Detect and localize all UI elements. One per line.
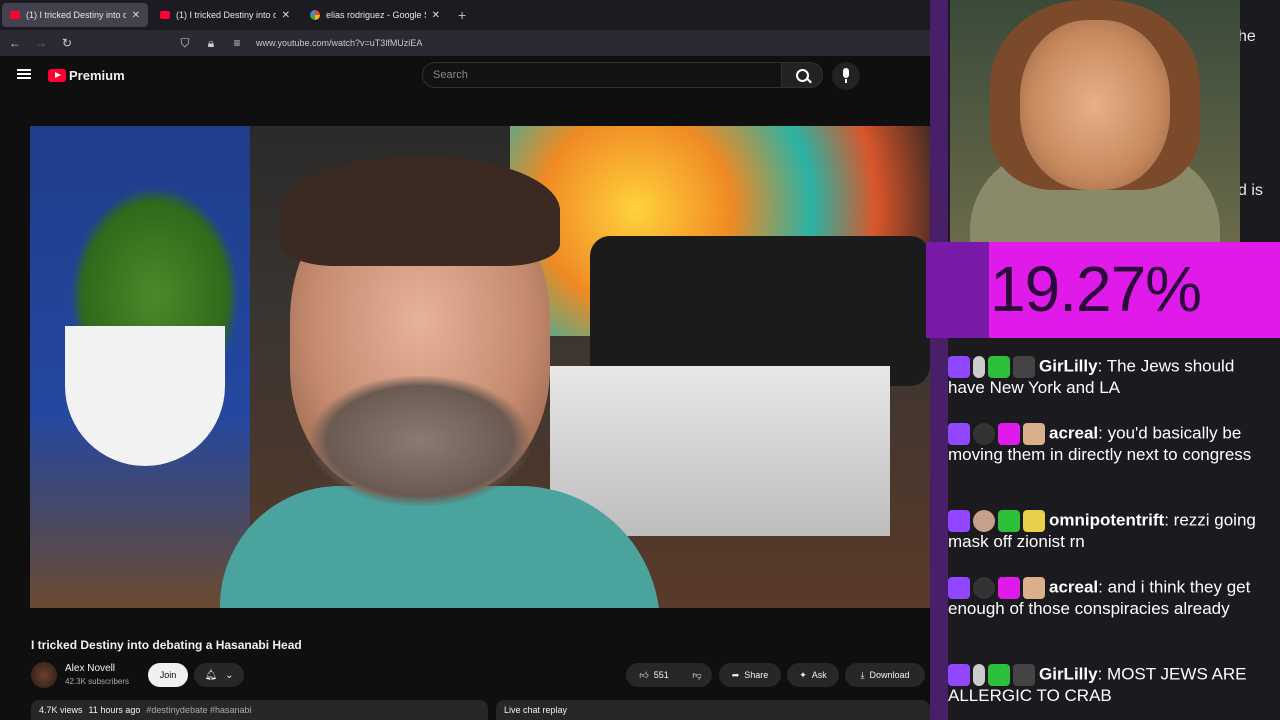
join-button[interactable]: Join xyxy=(148,663,188,687)
dislike-button[interactable]: 👎︎ xyxy=(682,663,712,687)
mic-badge-icon xyxy=(973,664,985,686)
browser-tab-2[interactable]: (1) I tricked Destiny into de ✕ xyxy=(152,3,298,27)
youtube-favicon-icon xyxy=(160,11,170,19)
video-frame-person xyxy=(220,156,660,608)
check-badge-icon xyxy=(998,510,1020,532)
chat-username: acreal xyxy=(1049,577,1099,597)
chat-username: omnipotentrift xyxy=(1049,510,1165,530)
search-button[interactable] xyxy=(781,62,823,88)
youtube-header: Premium xyxy=(0,56,930,96)
close-tab-icon[interactable]: ✕ xyxy=(282,10,290,21)
logo-text: Premium xyxy=(69,68,125,83)
menu-icon[interactable] xyxy=(17,69,31,79)
gem-badge-icon xyxy=(998,423,1020,445)
hand-badge-icon xyxy=(1023,423,1045,445)
avatar-badge-icon xyxy=(973,423,995,445)
share-icon: ➦ xyxy=(731,669,740,680)
download-label: Download xyxy=(869,670,910,680)
emote-badge-icon xyxy=(988,356,1010,378)
clapper-badge-icon xyxy=(1013,356,1035,378)
forward-arrow-icon[interactable]: → xyxy=(34,36,48,50)
twitch-badge-icon xyxy=(948,423,970,445)
new-tab-icon[interactable]: + xyxy=(452,7,472,23)
tab-title: elias rodriguez - Google Search xyxy=(326,10,426,20)
channel-name[interactable]: Alex Novell xyxy=(65,663,115,674)
like-count: 551 xyxy=(653,670,669,680)
twitch-badge-icon xyxy=(948,510,970,532)
url-bar[interactable]: www.youtube.com/watch?v=uT3lfMUziEA xyxy=(256,38,422,48)
shield-icon[interactable]: ⛉ xyxy=(178,36,192,51)
like-button[interactable]: 👍︎ 551 xyxy=(626,663,682,687)
browser-nav-bar: ← → ↻ ⛉ 🔒︎ ≡ www.youtube.com/watch?v=uT3… xyxy=(0,30,930,56)
notifications-button[interactable]: 🔔︎ ⌄ xyxy=(194,663,244,687)
side-text-fragment: he xyxy=(1238,28,1256,45)
view-count: 4.7K views xyxy=(39,705,83,715)
download-icon: ⤓ xyxy=(860,669,865,680)
avatar-badge-icon xyxy=(973,510,995,532)
close-tab-icon[interactable]: ✕ xyxy=(132,10,140,21)
reload-icon[interactable]: ↻ xyxy=(60,36,74,50)
sparkle-icon: ✦ xyxy=(799,669,807,680)
search-icon xyxy=(796,69,809,82)
channel-avatar[interactable] xyxy=(31,662,57,688)
avatar-badge-icon xyxy=(973,577,995,599)
side-text-fragment: d is xyxy=(1238,182,1263,199)
bell-icon: 🔔︎ xyxy=(204,669,218,681)
chat-message: acreal: you'd basically be moving them i… xyxy=(948,423,1252,464)
tab-title: (1) I tricked Destiny into debati xyxy=(26,10,126,20)
ask-button[interactable]: ✦ Ask xyxy=(787,663,839,687)
chat-message: acreal: and i think they get enough of t… xyxy=(948,577,1251,618)
lock-icon[interactable]: 🔒︎ xyxy=(204,36,218,51)
hand-badge-icon xyxy=(1023,577,1045,599)
chat-username: acreal xyxy=(1049,423,1099,443)
share-button[interactable]: ➦ Share xyxy=(719,663,781,687)
live-chat-replay[interactable]: Live chat replay xyxy=(496,700,930,720)
mic-badge-icon xyxy=(973,356,985,378)
gem-badge-icon xyxy=(998,577,1020,599)
google-favicon-icon xyxy=(310,10,320,20)
twitch-badge-icon xyxy=(948,664,970,686)
hashtags[interactable]: #destinydebate #hasanabi xyxy=(146,705,251,715)
subscriber-count: 42.3K subscribers xyxy=(65,677,130,686)
ask-label: Ask xyxy=(811,670,827,680)
chevron-down-icon: ⌄ xyxy=(225,669,234,681)
browser-tab-3[interactable]: elias rodriguez - Google Search ✕ xyxy=(302,3,448,27)
posted-time: 11 hours ago xyxy=(88,705,141,715)
youtube-favicon-icon xyxy=(10,11,20,19)
video-title: I tricked Destiny into debating a Hasana… xyxy=(31,638,302,652)
thumbs-up-icon: 👍︎ xyxy=(639,669,649,680)
streamer-avatar-cam xyxy=(950,0,1240,242)
twitch-badge-icon xyxy=(948,356,970,378)
search-input[interactable] xyxy=(423,63,773,87)
permissions-icon[interactable]: ≡ xyxy=(230,36,244,50)
emote-badge-icon xyxy=(988,664,1010,686)
thumbs-down-icon: 👎︎ xyxy=(692,669,702,680)
percent-value: 19.27% xyxy=(990,253,1202,325)
chat-message: omnipotentrift: rezzi going mask off zio… xyxy=(948,510,1256,551)
video-player[interactable] xyxy=(30,126,930,608)
twitch-badge-icon xyxy=(948,577,970,599)
share-label: Share xyxy=(744,670,769,680)
download-button[interactable]: ⤓ Download xyxy=(845,663,925,687)
browser-tab-1[interactable]: (1) I tricked Destiny into debati ✕ xyxy=(2,3,148,27)
chat-username: GirLilly xyxy=(1039,356,1098,376)
clapper-badge-icon xyxy=(1013,664,1035,686)
description-box[interactable]: 4.7K views 11 hours ago #destinydebate #… xyxy=(31,700,488,720)
voice-search-button[interactable] xyxy=(832,62,860,90)
tab-title: (1) I tricked Destiny into de xyxy=(176,10,276,20)
chat-message: GirLilly: The Jews should have New York … xyxy=(948,356,1235,397)
close-tab-icon[interactable]: ✕ xyxy=(432,10,440,21)
youtube-logo[interactable]: Premium xyxy=(48,68,125,83)
browser-tab-bar: (1) I tricked Destiny into debati ✕ (1) … xyxy=(0,0,930,30)
chat-message: GirLilly: MOST JEWS ARE ALLERGIC TO CRAB xyxy=(948,664,1247,705)
back-arrow-icon[interactable]: ← xyxy=(8,36,22,50)
youtube-play-icon xyxy=(48,69,66,82)
banana-badge-icon xyxy=(1023,510,1045,532)
chat-username: GirLilly xyxy=(1039,664,1098,684)
mic-icon xyxy=(843,68,849,78)
search-box xyxy=(422,62,782,88)
